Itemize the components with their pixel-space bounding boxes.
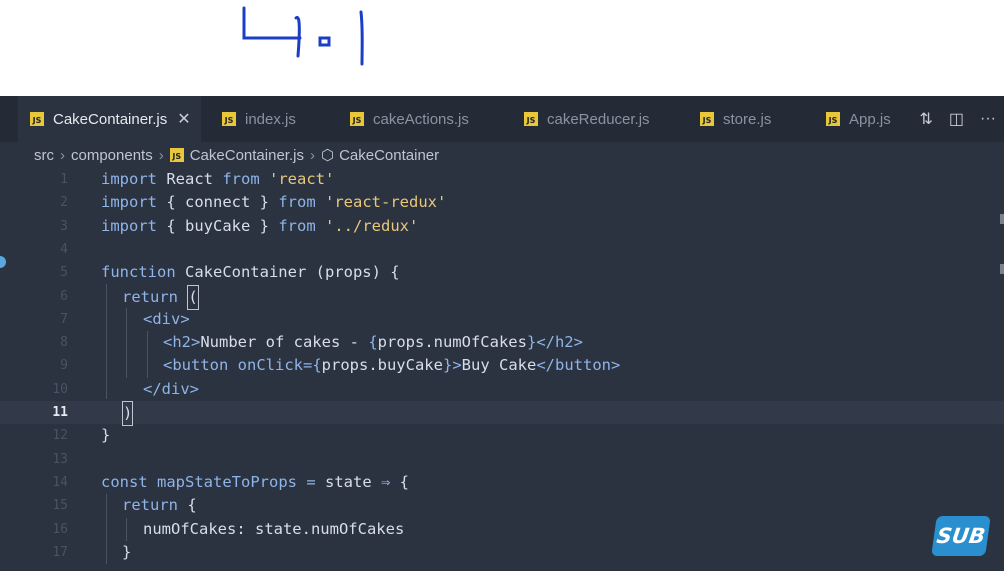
line-number: 6 <box>60 288 68 304</box>
js-file-icon: JS <box>350 112 364 126</box>
split-editor-icon[interactable]: ◫ <box>949 109 964 129</box>
line-number: 3 <box>60 218 68 234</box>
tab-index[interactable]: JS index.js <box>222 96 296 142</box>
tab-label: store.js <box>723 110 772 128</box>
code-line: 3 import { buyCake } from '../redux' <box>0 215 1004 238</box>
tab-app[interactable]: JS App.js <box>826 96 891 142</box>
code-line: 14 const mapStateToProps = state ⇒ { <box>0 471 1004 494</box>
line-number: 5 <box>60 265 68 281</box>
tab-cakeactions[interactable]: JS cakeActions.js <box>350 96 469 142</box>
js-file-icon: JS <box>30 112 44 126</box>
tab-cakecontainer[interactable]: JS CakeContainer.js ✕ <box>18 96 201 142</box>
whiteboard-area <box>0 0 1004 96</box>
code-line: 10 </div> <box>0 378 1004 401</box>
line-number: 9 <box>60 358 68 374</box>
tab-cakereducer[interactable]: JS cakeReducer.js <box>524 96 650 142</box>
chevron-right-icon: › <box>60 146 65 164</box>
chevron-right-icon: › <box>158 146 164 164</box>
code-line: 7 <div> <box>0 308 1004 331</box>
breadcrumb-components[interactable]: components <box>71 147 153 164</box>
line-number: 13 <box>52 451 68 467</box>
code-line: 1 import React from 'react' <box>0 168 1004 191</box>
tab-label: CakeContainer.js <box>53 110 168 128</box>
code-editor: JS CakeContainer.js ✕ JS index.js JS cak… <box>0 96 1004 571</box>
line-number: 8 <box>60 335 68 351</box>
scrollbar-marker <box>1000 214 1004 224</box>
js-file-icon: JS <box>826 112 840 126</box>
tab-store[interactable]: JS store.js <box>700 96 771 142</box>
chevron-right-icon: › <box>309 146 315 164</box>
line-number: 16 <box>52 521 68 537</box>
tab-label: cakeActions.js <box>373 110 469 128</box>
line-number: 12 <box>52 428 68 444</box>
line-number: 7 <box>60 311 68 327</box>
breadcrumb-src[interactable]: src <box>34 147 54 164</box>
code-line: 17 } <box>0 541 1004 564</box>
code-line: 15 return { <box>0 494 1004 517</box>
breadcrumb: src › components › JS CakeContainer.js ›… <box>34 144 439 166</box>
tab-label: cakeReducer.js <box>547 110 650 128</box>
code-line: 12 } <box>0 424 1004 447</box>
code-line: 2 import { connect } from 'react-redux' <box>0 191 1004 214</box>
line-number: 17 <box>52 544 68 560</box>
code-line: 13 <box>0 448 1004 471</box>
code-line: 8 <h2>Number of cakes - {props.numOfCake… <box>0 331 1004 354</box>
tab-label: App.js <box>849 110 891 128</box>
line-number: 2 <box>60 195 68 211</box>
line-number: 1 <box>60 172 68 187</box>
code-line: 6 return ( <box>0 284 1004 310</box>
tab-label: index.js <box>245 110 296 128</box>
compare-changes-icon[interactable]: ⇅ <box>919 109 932 129</box>
js-file-icon: JS <box>524 112 538 126</box>
breadcrumb-file[interactable]: CakeContainer.js <box>190 147 304 164</box>
tab-bar: JS CakeContainer.js ✕ JS index.js JS cak… <box>0 96 1004 142</box>
code-line: 5 function CakeContainer (props) { <box>0 261 1004 284</box>
line-number: 14 <box>52 474 68 490</box>
more-actions-icon[interactable]: ··· <box>980 110 996 128</box>
subscribe-badge[interactable]: SUB <box>931 516 991 556</box>
line-number: 15 <box>52 498 68 514</box>
handwriting-drawing <box>242 6 364 66</box>
breadcrumb-symbol[interactable]: CakeContainer <box>339 147 439 164</box>
code-line-current: 11 ) <box>0 401 1004 427</box>
code-line: 4 <box>0 238 1004 261</box>
line-number: 4 <box>60 241 68 257</box>
scrollbar-marker <box>1000 264 1004 274</box>
component-cube-icon: ⬡ <box>320 147 335 164</box>
line-number: 10 <box>52 381 68 397</box>
js-file-icon: JS <box>169 148 184 162</box>
code-line: 9 <button onClick={props.buyCake}>Buy Ca… <box>0 354 1004 377</box>
js-file-icon: JS <box>700 112 714 126</box>
line-number: 11 <box>52 405 68 420</box>
editor-actions: ⇅ ◫ ··· <box>919 96 1004 142</box>
code-line: 16 numOfCakes: state.numOfCakes <box>0 518 1004 541</box>
js-file-icon: JS <box>222 112 236 126</box>
close-icon[interactable]: ✕ <box>177 109 190 129</box>
